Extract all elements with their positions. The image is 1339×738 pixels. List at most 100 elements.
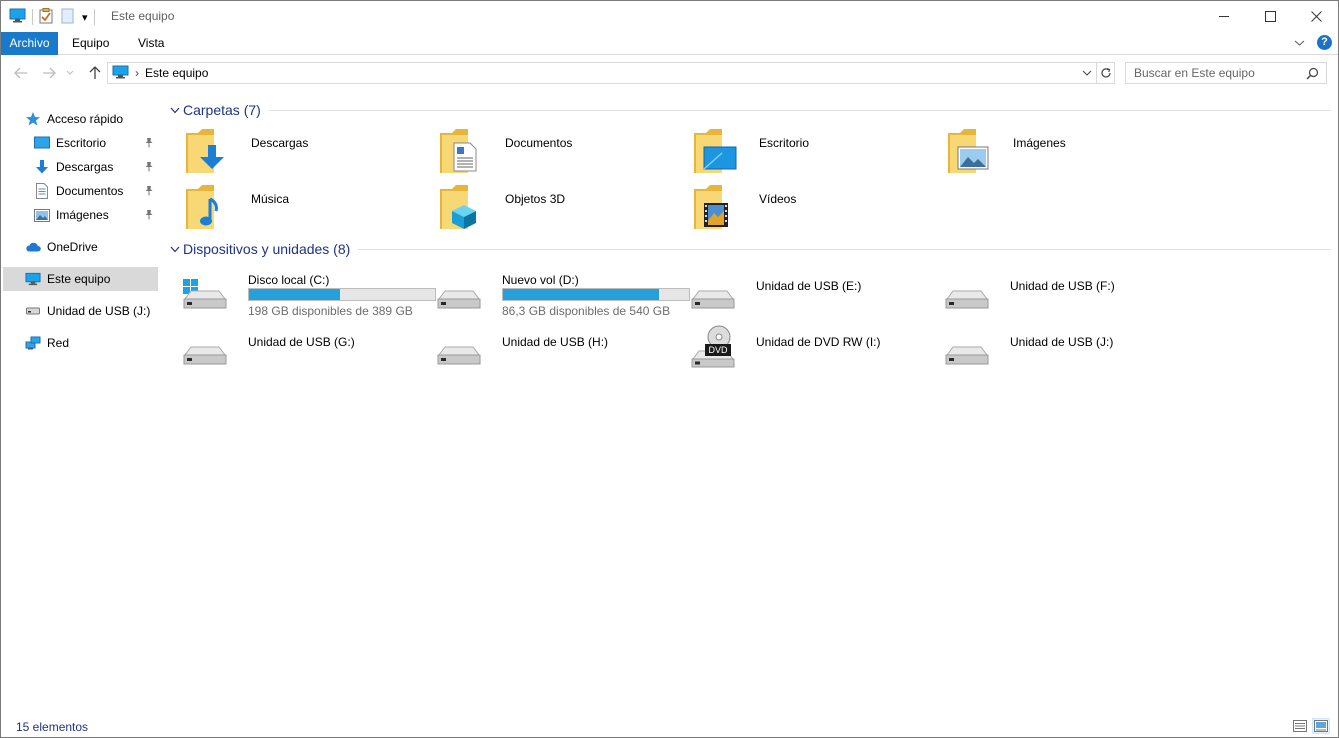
sidebar-item-acceso-rapido[interactable]: Acceso rápido xyxy=(3,107,158,131)
qat-separator xyxy=(93,9,95,25)
tab-equipo[interactable]: Equipo xyxy=(63,32,118,55)
chevron-down-icon xyxy=(1294,40,1305,46)
folder-label: Escritorio xyxy=(759,136,810,150)
forward-button[interactable] xyxy=(39,64,59,82)
drive-label: Unidad de USB (E:) xyxy=(756,279,862,293)
search-input[interactable] xyxy=(1134,63,1304,83)
sidebar-item-descargas[interactable]: Descargas xyxy=(3,155,158,179)
pin-icon[interactable] xyxy=(144,161,154,175)
minimize-button[interactable] xyxy=(1201,1,1247,32)
pin-icon[interactable] xyxy=(144,209,154,223)
breadcrumb-item[interactable]: Este equipo xyxy=(145,66,208,80)
folder-tile-videos[interactable]: Vídeos xyxy=(692,185,942,237)
up-button[interactable] xyxy=(85,64,105,82)
close-button[interactable] xyxy=(1293,1,1339,32)
qat-separator xyxy=(32,9,33,25)
help-button[interactable]: ? xyxy=(1317,35,1332,50)
recent-locations-button[interactable] xyxy=(63,64,77,82)
folder-tile-imagenes[interactable]: Imágenes xyxy=(946,129,1196,181)
breadcrumb: › Este equipo xyxy=(112,65,208,82)
storage-bar-fill xyxy=(249,289,341,300)
maximize-button[interactable] xyxy=(1247,1,1293,32)
usb-drive-icon xyxy=(943,269,993,321)
sidebar-item-documentos[interactable]: Documentos xyxy=(3,179,158,203)
drive-tile-e[interactable]: Unidad de USB (E:) xyxy=(689,269,939,321)
folder-tile-documentos[interactable]: Documentos xyxy=(438,129,688,181)
drive-tile-i[interactable]: DVD Unidad de DVD RW (I:) xyxy=(689,325,939,377)
sidebar-item-escritorio[interactable]: Escritorio xyxy=(3,131,158,155)
pin-icon[interactable] xyxy=(144,137,154,151)
sidebar-item-imagenes[interactable]: Imágenes xyxy=(3,203,158,227)
folder-tile-objetos-3d[interactable]: Objetos 3D xyxy=(438,185,688,237)
folders-group-header[interactable]: Carpetas (7) xyxy=(166,100,1331,120)
properties-icon[interactable] xyxy=(39,7,53,27)
devices-group-header[interactable]: Dispositivos y unidades (8) xyxy=(166,239,1331,259)
sidebar-item-unidad-usb-j[interactable]: Unidad de USB (J:) xyxy=(3,299,158,323)
usb-drive-icon xyxy=(943,325,993,377)
qat-dropdown-icon[interactable]: ▾ xyxy=(82,11,88,24)
sidebar-item-label: Acceso rápido xyxy=(47,112,124,126)
drive-free-space: 86,3 GB disponibles de 540 GB xyxy=(502,304,671,318)
computer-icon[interactable] xyxy=(9,8,26,26)
details-view-button[interactable] xyxy=(1291,718,1309,734)
title-bar[interactable]: ▾ Este equipo xyxy=(1,1,1338,32)
group-divider xyxy=(268,109,1331,111)
refresh-button[interactable] xyxy=(1097,62,1115,84)
item-count: 15 elementos xyxy=(16,720,89,734)
address-bar[interactable]: › Este equipo xyxy=(107,62,1097,84)
breadcrumb-separator[interactable]: › xyxy=(135,66,139,80)
address-history-button[interactable] xyxy=(1080,66,1094,80)
storage-bar xyxy=(248,288,436,301)
folder-tile-escritorio[interactable]: Escritorio xyxy=(692,129,942,181)
drive-tile-d[interactable]: Nuevo vol (D:) 86,3 GB disponibles de 54… xyxy=(435,269,690,321)
minimize-icon xyxy=(1218,16,1229,17)
sidebar-item-este-equipo[interactable]: Este equipo xyxy=(3,267,158,291)
network-icon xyxy=(25,335,41,351)
hard-drive-icon xyxy=(435,269,485,321)
desktop-folder-icon xyxy=(692,129,748,177)
sidebar-item-onedrive[interactable]: OneDrive xyxy=(3,235,158,259)
star-icon xyxy=(25,111,41,127)
cloud-icon xyxy=(25,239,41,255)
music-folder-icon xyxy=(184,185,240,233)
search-icon[interactable] xyxy=(1306,67,1319,83)
drive-tile-h[interactable]: Unidad de USB (H:) xyxy=(435,325,685,377)
usb-drive-icon xyxy=(181,325,231,377)
tab-archivo[interactable]: Archivo xyxy=(1,32,58,55)
sidebar-item-label: Red xyxy=(47,336,70,350)
drive-tile-j[interactable]: Unidad de USB (J:) xyxy=(943,325,1193,377)
folder-label: Vídeos xyxy=(759,192,797,206)
arrow-right-icon xyxy=(43,67,56,79)
pin-icon[interactable] xyxy=(144,185,154,199)
view-switcher xyxy=(1291,718,1330,734)
large-icons-view-button[interactable] xyxy=(1312,718,1330,734)
drive-tile-f[interactable]: Unidad de USB (F:) xyxy=(943,269,1193,321)
arrow-up-icon xyxy=(89,66,101,79)
chevron-down-icon[interactable] xyxy=(169,107,181,114)
ribbon: Archivo Equipo Vista ? xyxy=(1,32,1338,55)
dvd-badge: DVD xyxy=(708,345,728,355)
details-view-icon xyxy=(1293,720,1307,732)
drive-free-space: 198 GB disponibles de 389 GB xyxy=(248,304,413,318)
quick-access-toolbar: ▾ xyxy=(9,7,101,27)
drive-tile-g[interactable]: Unidad de USB (G:) xyxy=(181,325,431,377)
tab-vista[interactable]: Vista xyxy=(129,32,173,55)
chevron-down-icon xyxy=(1082,70,1092,76)
documents-folder-icon xyxy=(438,129,494,177)
folder-tile-descargas[interactable]: Descargas xyxy=(184,129,434,181)
search-box[interactable] xyxy=(1125,62,1327,84)
sidebar-item-red[interactable]: Red xyxy=(3,331,158,355)
chevron-down-icon xyxy=(66,70,74,75)
folders-group-title: Carpetas (7) xyxy=(183,102,261,118)
usb-drive-icon xyxy=(689,269,739,321)
drive-tile-c[interactable]: Disco local (C:) 198 GB disponibles de 3… xyxy=(181,269,436,321)
expand-ribbon-button[interactable] xyxy=(1294,36,1305,50)
back-button[interactable] xyxy=(11,64,31,82)
sidebar-item-label: Imágenes xyxy=(56,208,109,222)
usb-drive-icon xyxy=(25,303,41,319)
chevron-down-icon[interactable] xyxy=(169,246,181,253)
folder-tile-musica[interactable]: Música xyxy=(184,185,434,237)
group-divider xyxy=(358,248,1331,250)
storage-bar-fill xyxy=(503,289,660,300)
new-folder-icon[interactable] xyxy=(61,8,74,27)
